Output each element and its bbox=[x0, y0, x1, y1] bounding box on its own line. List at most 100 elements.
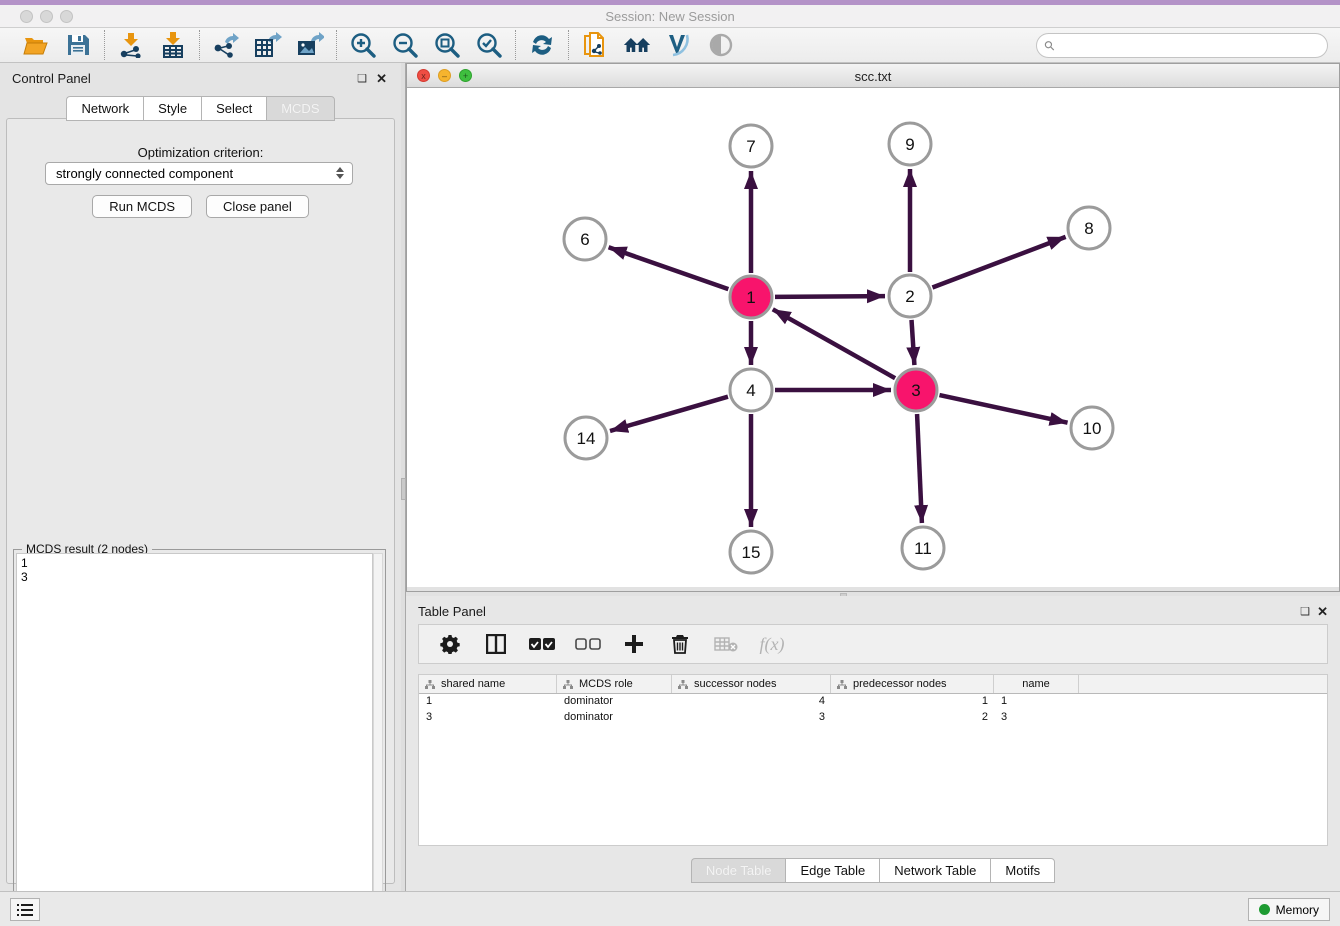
table-cell[interactable]: dominator bbox=[557, 710, 672, 726]
edge-1-6[interactable] bbox=[609, 247, 729, 289]
node-table[interactable]: shared nameMCDS rolesuccessor nodesprede… bbox=[418, 674, 1328, 846]
delete-table-icon[interactable] bbox=[713, 631, 739, 657]
select-all-icon[interactable] bbox=[529, 631, 555, 657]
column-type-icon bbox=[837, 680, 847, 689]
tab-motifs[interactable]: Motifs bbox=[990, 858, 1055, 883]
table-cell[interactable]: 2 bbox=[831, 710, 994, 726]
tab-style[interactable]: Style bbox=[143, 96, 201, 121]
table-row[interactable]: 1dominator411 bbox=[419, 694, 1327, 710]
result-scrollbar[interactable] bbox=[373, 553, 383, 923]
column-header-successor-nodes[interactable]: successor nodes bbox=[672, 675, 831, 693]
first-neighbors-button[interactable] bbox=[623, 31, 651, 59]
edge-2-3[interactable] bbox=[912, 320, 915, 365]
table-panel-tabs: Node TableEdge TableNetwork TableMotifs bbox=[406, 858, 1340, 883]
graph-node-label-7: 7 bbox=[746, 137, 755, 156]
column-header-MCDS-role[interactable]: MCDS role bbox=[557, 675, 672, 693]
table-cell[interactable]: 4 bbox=[672, 694, 831, 710]
zoom-fit-button[interactable] bbox=[433, 31, 461, 59]
network-window-title: scc.txt bbox=[407, 69, 1339, 84]
table-cell[interactable]: 3 bbox=[419, 710, 557, 726]
open-session-button[interactable] bbox=[22, 31, 50, 59]
hide-selected-button[interactable] bbox=[665, 31, 693, 59]
graph-node-label-8: 8 bbox=[1084, 219, 1093, 238]
edge-3-11[interactable] bbox=[917, 414, 922, 523]
chevron-up-down-icon bbox=[336, 167, 344, 179]
settings-gear-icon[interactable] bbox=[437, 631, 463, 657]
zoom-selected-button[interactable] bbox=[475, 31, 503, 59]
zoom-out-button[interactable] bbox=[391, 31, 419, 59]
table-header-row: shared nameMCDS rolesuccessor nodesprede… bbox=[419, 675, 1327, 694]
mcds-result-group: MCDS result (2 nodes) 1 3 bbox=[13, 549, 386, 926]
optimization-criterion-label: Optimization criterion: bbox=[7, 145, 394, 160]
graph-node-label-2: 2 bbox=[905, 287, 914, 306]
column-header-shared-name[interactable]: shared name bbox=[419, 675, 557, 693]
control-panel: Control Panel ❑ ✕ NetworkStyleSelectMCDS… bbox=[0, 63, 401, 891]
tab-mcds[interactable]: MCDS bbox=[266, 96, 334, 121]
tab-edge-table[interactable]: Edge Table bbox=[785, 858, 879, 883]
table-panel: Table Panel ❑ ✕ bbox=[406, 596, 1340, 891]
graph-node-label-11: 11 bbox=[914, 539, 932, 558]
network-canvas-svg: 7968124314101511 bbox=[407, 88, 1339, 587]
export-table-button[interactable] bbox=[254, 31, 282, 59]
optimization-criterion-select[interactable]: strongly connected component bbox=[45, 162, 353, 185]
graph-node-label-1: 1 bbox=[746, 288, 755, 307]
search-input[interactable] bbox=[1055, 36, 1327, 56]
task-history-button[interactable] bbox=[10, 898, 40, 921]
network-view-window: x – + scc.txt 7968124314101511 bbox=[406, 63, 1340, 592]
edge-3-10[interactable] bbox=[939, 395, 1067, 423]
edge-4-14[interactable] bbox=[610, 397, 728, 431]
tab-network[interactable]: Network bbox=[66, 96, 143, 121]
graph-node-label-15: 15 bbox=[742, 543, 761, 562]
tab-node-table[interactable]: Node Table bbox=[691, 858, 786, 883]
network-window-titlebar[interactable]: x – + scc.txt bbox=[407, 64, 1339, 88]
table-cell[interactable]: 3 bbox=[994, 710, 1079, 726]
table-cell[interactable]: dominator bbox=[557, 694, 672, 710]
float-table-panel-icon[interactable]: ❑ bbox=[1300, 605, 1310, 618]
graph-node-label-6: 6 bbox=[580, 230, 589, 249]
tab-network-table[interactable]: Network Table bbox=[879, 858, 990, 883]
edge-3-1[interactable] bbox=[773, 309, 895, 378]
add-column-icon[interactable] bbox=[621, 631, 647, 657]
window-titlebar[interactable]: Session: New Session bbox=[0, 5, 1340, 28]
function-builder-icon[interactable]: f(x) bbox=[759, 631, 785, 657]
control-panel-title: Control Panel bbox=[12, 71, 91, 86]
deselect-all-icon[interactable] bbox=[575, 631, 601, 657]
table-row[interactable]: 3dominator323 bbox=[419, 710, 1327, 726]
export-image-button[interactable] bbox=[296, 31, 324, 59]
export-network-button[interactable] bbox=[212, 31, 240, 59]
edge-2-8[interactable] bbox=[932, 237, 1065, 288]
column-header-name[interactable]: name bbox=[994, 675, 1079, 693]
import-table-button[interactable] bbox=[159, 31, 187, 59]
tab-select[interactable]: Select bbox=[201, 96, 266, 121]
delete-column-trash-icon[interactable] bbox=[667, 631, 693, 657]
table-toolbar: f(x) bbox=[418, 624, 1328, 664]
float-panel-icon[interactable]: ❑ bbox=[357, 72, 367, 85]
table-cell[interactable]: 1 bbox=[994, 694, 1079, 710]
status-bar: Memory bbox=[0, 891, 1340, 926]
close-panel-icon[interactable]: ✕ bbox=[376, 71, 387, 87]
edge-1-2[interactable] bbox=[775, 296, 885, 297]
mcds-result-text[interactable]: 1 3 bbox=[16, 553, 373, 923]
table-cell[interactable]: 3 bbox=[672, 710, 831, 726]
memory-button[interactable]: Memory bbox=[1248, 898, 1330, 921]
show-all-button[interactable] bbox=[707, 31, 735, 59]
selected-criterion: strongly connected component bbox=[56, 166, 233, 181]
save-session-button[interactable] bbox=[64, 31, 92, 59]
clone-network-button[interactable] bbox=[581, 31, 609, 59]
close-table-panel-icon[interactable]: ✕ bbox=[1317, 604, 1328, 620]
show-columns-icon[interactable] bbox=[483, 631, 509, 657]
graph-node-label-10: 10 bbox=[1083, 419, 1102, 438]
close-panel-button[interactable]: Close panel bbox=[206, 195, 309, 218]
graph-node-label-9: 9 bbox=[905, 135, 914, 154]
table-cell[interactable]: 1 bbox=[831, 694, 994, 710]
import-network-button[interactable] bbox=[117, 31, 145, 59]
graph-node-label-3: 3 bbox=[911, 381, 920, 400]
apply-layout-button[interactable] bbox=[528, 31, 556, 59]
table-cell[interactable]: 1 bbox=[419, 694, 557, 710]
run-mcds-button[interactable]: Run MCDS bbox=[92, 195, 192, 218]
zoom-in-button[interactable] bbox=[349, 31, 377, 59]
search-box[interactable]: ⚲ bbox=[1036, 33, 1328, 58]
column-header-predecessor-nodes[interactable]: predecessor nodes bbox=[831, 675, 994, 693]
memory-label: Memory bbox=[1276, 903, 1319, 917]
network-canvas[interactable]: 7968124314101511 bbox=[407, 88, 1339, 587]
